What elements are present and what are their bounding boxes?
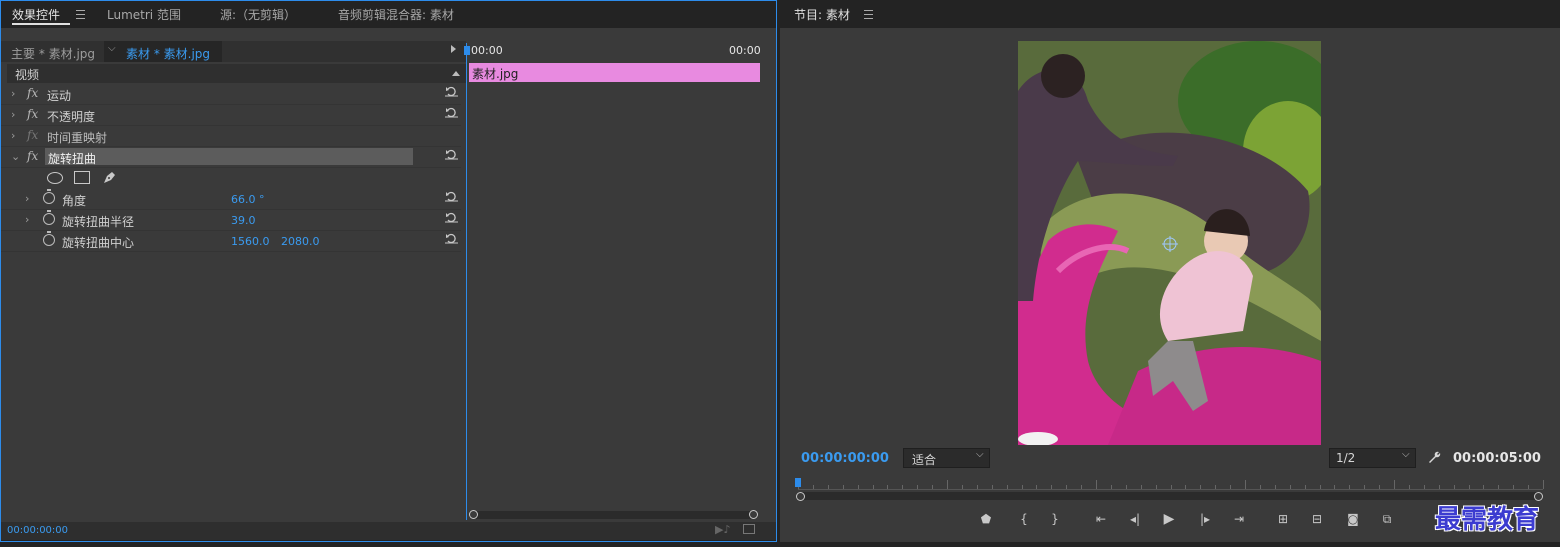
ruler-tick	[1453, 485, 1455, 489]
ruler-tick	[1155, 485, 1157, 489]
fit-dropdown[interactable]: 适合 ⌵	[903, 448, 990, 468]
ruler-tick	[1170, 485, 1172, 489]
wrench-icon[interactable]	[1427, 450, 1441, 464]
program-duration-timecode: 00:00:05:00	[1453, 451, 1541, 466]
step-forward-icon[interactable]: |▸	[1197, 511, 1213, 527]
ruler-tick	[991, 485, 993, 489]
ruler-tick	[1110, 485, 1112, 489]
ruler-tick	[947, 480, 948, 489]
compare-view-icon[interactable]: ⧉	[1379, 511, 1395, 527]
extract-icon[interactable]: ⊟	[1309, 511, 1325, 527]
ruler-tick	[1513, 485, 1515, 489]
go-to-in-icon[interactable]: ⇤	[1093, 511, 1109, 527]
ruler-tick	[1349, 485, 1351, 489]
ruler-tick	[1245, 480, 1246, 489]
ruler-tick	[872, 485, 874, 489]
program-current-timecode[interactable]: 00:00:00:00	[801, 451, 889, 466]
chevron-down-icon: ⌵	[1402, 449, 1410, 460]
ruler-tick	[857, 485, 859, 489]
watermark-logo: 最需教育	[1435, 505, 1540, 535]
ruler-tick	[902, 485, 904, 489]
ruler-tick	[842, 485, 844, 489]
step-back-icon[interactable]: ◂|	[1127, 511, 1143, 527]
ruler-tick	[1394, 480, 1395, 489]
ruler-tick	[1304, 485, 1306, 489]
ruler-baseline	[798, 489, 1543, 490]
mark-in-icon[interactable]: {	[1016, 511, 1032, 527]
ruler-tick	[1259, 485, 1261, 489]
ruler-tick	[1140, 485, 1142, 489]
fit-dropdown-value: 适合	[912, 453, 937, 467]
ruler-tick	[1483, 485, 1485, 489]
ruler-tick	[1408, 485, 1410, 489]
ruler-tick	[1274, 485, 1276, 489]
mark-out-icon[interactable]: }	[1047, 511, 1063, 527]
program-playhead[interactable]	[795, 478, 801, 487]
chevron-down-icon: ⌵	[976, 449, 984, 460]
resolution-value: 1/2	[1336, 451, 1356, 465]
ruler-tick	[1289, 485, 1291, 489]
ruler-tick	[1185, 485, 1187, 489]
ruler-tick	[1438, 485, 1440, 489]
ruler-tick	[1200, 485, 1202, 489]
ruler-tick	[1081, 485, 1083, 489]
program-time-ruler[interactable]	[798, 480, 1544, 490]
program-video-frame[interactable]	[1018, 41, 1321, 445]
ruler-tick	[1498, 485, 1500, 489]
go-to-out-icon[interactable]: ⇥	[1231, 511, 1247, 527]
ruler-tick	[1468, 485, 1470, 489]
ruler-tick	[1528, 485, 1530, 489]
ruler-tick	[887, 485, 889, 489]
ruler-tick	[827, 485, 829, 489]
ruler-tick	[917, 485, 919, 489]
ruler-tick	[1319, 485, 1321, 489]
panel-menu-icon[interactable]	[864, 10, 873, 19]
ruler-tick	[1364, 485, 1366, 489]
ruler-tick	[1543, 480, 1544, 489]
ruler-tick	[1230, 485, 1232, 489]
resolution-dropdown[interactable]: 1/2 ⌵	[1329, 448, 1416, 468]
ruler-tick	[1036, 485, 1038, 489]
program-monitor-title[interactable]: 节目: 素材	[794, 6, 850, 23]
ruler-tick	[1006, 485, 1008, 489]
ruler-tick	[932, 485, 934, 489]
ruler-tick	[1423, 485, 1425, 489]
export-frame-camera-icon[interactable]: ◙	[1345, 511, 1361, 527]
program-scrollbar[interactable]	[796, 492, 1543, 501]
lift-icon[interactable]: ⊞	[1275, 511, 1291, 527]
play-icon[interactable]: ▶	[1161, 511, 1177, 527]
ruler-tick	[1096, 480, 1097, 489]
ruler-tick	[1379, 485, 1381, 489]
ruler-tick	[1215, 485, 1217, 489]
ruler-tick	[1021, 485, 1023, 489]
scroll-handle-left[interactable]	[796, 492, 805, 501]
ruler-tick	[1051, 485, 1053, 489]
panel-focus-border	[0, 0, 777, 542]
ruler-tick	[961, 485, 963, 489]
ruler-tick	[1066, 485, 1068, 489]
add-marker-icon[interactable]: ⬟	[978, 511, 994, 527]
ruler-tick	[1334, 485, 1336, 489]
ruler-tick	[1125, 485, 1127, 489]
ruler-tick	[812, 485, 814, 489]
ruler-tick	[976, 485, 978, 489]
